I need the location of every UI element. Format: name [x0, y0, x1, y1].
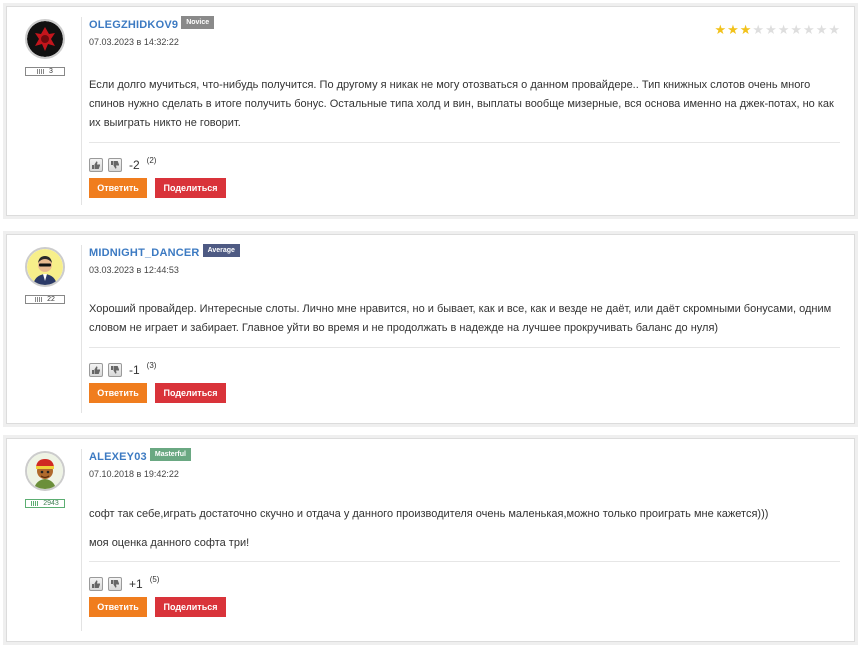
star-icon: ★ — [739, 22, 752, 37]
rating-stars: ★ ★ ★ ★ ★ ★ ★ ★ ★ ★ — [714, 23, 840, 36]
comment-paragraph: Хороший провайдер. Интересные слоты. Лич… — [89, 303, 832, 334]
vote-bar: +1 (5) — [89, 574, 840, 592]
share-button[interactable]: Поделиться — [155, 178, 226, 198]
username-link[interactable]: MIDNIGHT_DANCER — [89, 247, 200, 259]
thumbs-up-icon[interactable] — [89, 363, 103, 377]
post-count-badge: 2943 — [25, 499, 65, 508]
bars-icon — [37, 69, 46, 74]
comment-card: 2943 ALEXEY03 Masterful 07.10.2018 в 19:… — [6, 438, 855, 642]
comment-actions: Ответить Поделиться — [89, 383, 840, 403]
thumbs-down-icon[interactable] — [108, 363, 122, 377]
comment-body: MIDNIGHT_DANCER Average 03.03.2023 в 12:… — [89, 243, 840, 403]
comment-date: 03.03.2023 в 12:44:53 — [89, 265, 179, 275]
reply-button[interactable]: Ответить — [89, 383, 147, 403]
username-link[interactable]: OLEGZHIDKOV9 — [89, 19, 178, 31]
comment-actions: Ответить Поделиться — [89, 178, 840, 198]
star-icon: ★ — [815, 22, 828, 37]
star-icon: ★ — [765, 22, 777, 37]
thumbs-up-icon[interactable] — [89, 158, 103, 172]
bars-icon — [31, 501, 40, 506]
post-count: 22 — [47, 296, 55, 303]
divider — [81, 449, 82, 631]
comment-actions: Ответить Поделиться — [89, 597, 840, 617]
vote-bar: -2 (2) — [89, 155, 840, 173]
comment-paragraph: Если долго мучиться, что-нибудь получитс… — [89, 79, 834, 129]
star-icon: ★ — [790, 22, 803, 37]
post-count-badge: 3 — [25, 67, 65, 76]
rank-badge: Masterful — [149, 447, 191, 461]
vote-count: (2) — [146, 155, 157, 165]
avatar[interactable] — [25, 451, 65, 491]
vote-score: -1 — [129, 363, 140, 377]
username-link[interactable]: ALEXEY03 — [89, 451, 147, 463]
comment-text: Если долго мучиться, что-нибудь получитс… — [89, 76, 840, 133]
thumbs-down-icon[interactable] — [108, 577, 122, 591]
comment-paragraph: моя оценка данного софта три! — [89, 537, 250, 549]
separator — [89, 347, 840, 348]
share-button[interactable]: Поделиться — [155, 383, 226, 403]
author-column: 3 — [25, 19, 65, 76]
star-icon: ★ — [727, 22, 739, 37]
rank-badge: Novice — [181, 15, 215, 29]
thumbs-up-icon[interactable] — [89, 577, 103, 591]
separator — [89, 142, 840, 143]
rank-badge: Average — [202, 243, 240, 257]
star-icon: ★ — [714, 22, 727, 37]
post-count: 3 — [49, 68, 53, 75]
separator — [89, 561, 840, 562]
author-column: 22 — [25, 247, 65, 304]
comment-date: 07.03.2023 в 14:32:22 — [89, 37, 179, 47]
comment-paragraph: софт так себе,играть достаточно скучно и… — [89, 508, 769, 520]
vote-bar: -1 (3) — [89, 360, 840, 378]
bars-icon — [35, 297, 44, 302]
comment-text: Хороший провайдер. Интересные слоты. Лич… — [89, 300, 840, 338]
star-icon: ★ — [828, 22, 840, 37]
thumbs-down-icon[interactable] — [108, 158, 122, 172]
vote-count: (5) — [149, 574, 160, 584]
avatar[interactable] — [25, 247, 65, 287]
star-icon: ★ — [752, 22, 765, 37]
author-column: 2943 — [25, 451, 65, 508]
avatar[interactable] — [25, 19, 65, 59]
star-icon: ★ — [803, 22, 815, 37]
comment-card: 3 OLEGZHIDKOV9 Novice 07.03.2023 в 14:32… — [6, 6, 855, 216]
vote-count: (3) — [146, 360, 157, 370]
post-count: 2943 — [43, 500, 59, 507]
star-icon: ★ — [777, 22, 790, 37]
vote-score: +1 — [129, 577, 143, 591]
comment-body: ALEXEY03 Masterful 07.10.2018 в 19:42:22… — [89, 447, 840, 617]
reply-button[interactable]: Ответить — [89, 178, 147, 198]
comment-body: OLEGZHIDKOV9 Novice 07.03.2023 в 14:32:2… — [89, 15, 840, 198]
comment-card: 22 MIDNIGHT_DANCER Average 03.03.2023 в … — [6, 234, 855, 424]
vote-score: -2 — [129, 158, 140, 172]
share-button[interactable]: Поделиться — [155, 597, 226, 617]
post-count-badge: 22 — [25, 295, 65, 304]
comment-date: 07.10.2018 в 19:42:22 — [89, 469, 179, 479]
reply-button[interactable]: Ответить — [89, 597, 147, 617]
comment-text: софт так себе,играть достаточно скучно и… — [89, 505, 840, 553]
divider — [81, 245, 82, 413]
divider — [81, 17, 82, 205]
